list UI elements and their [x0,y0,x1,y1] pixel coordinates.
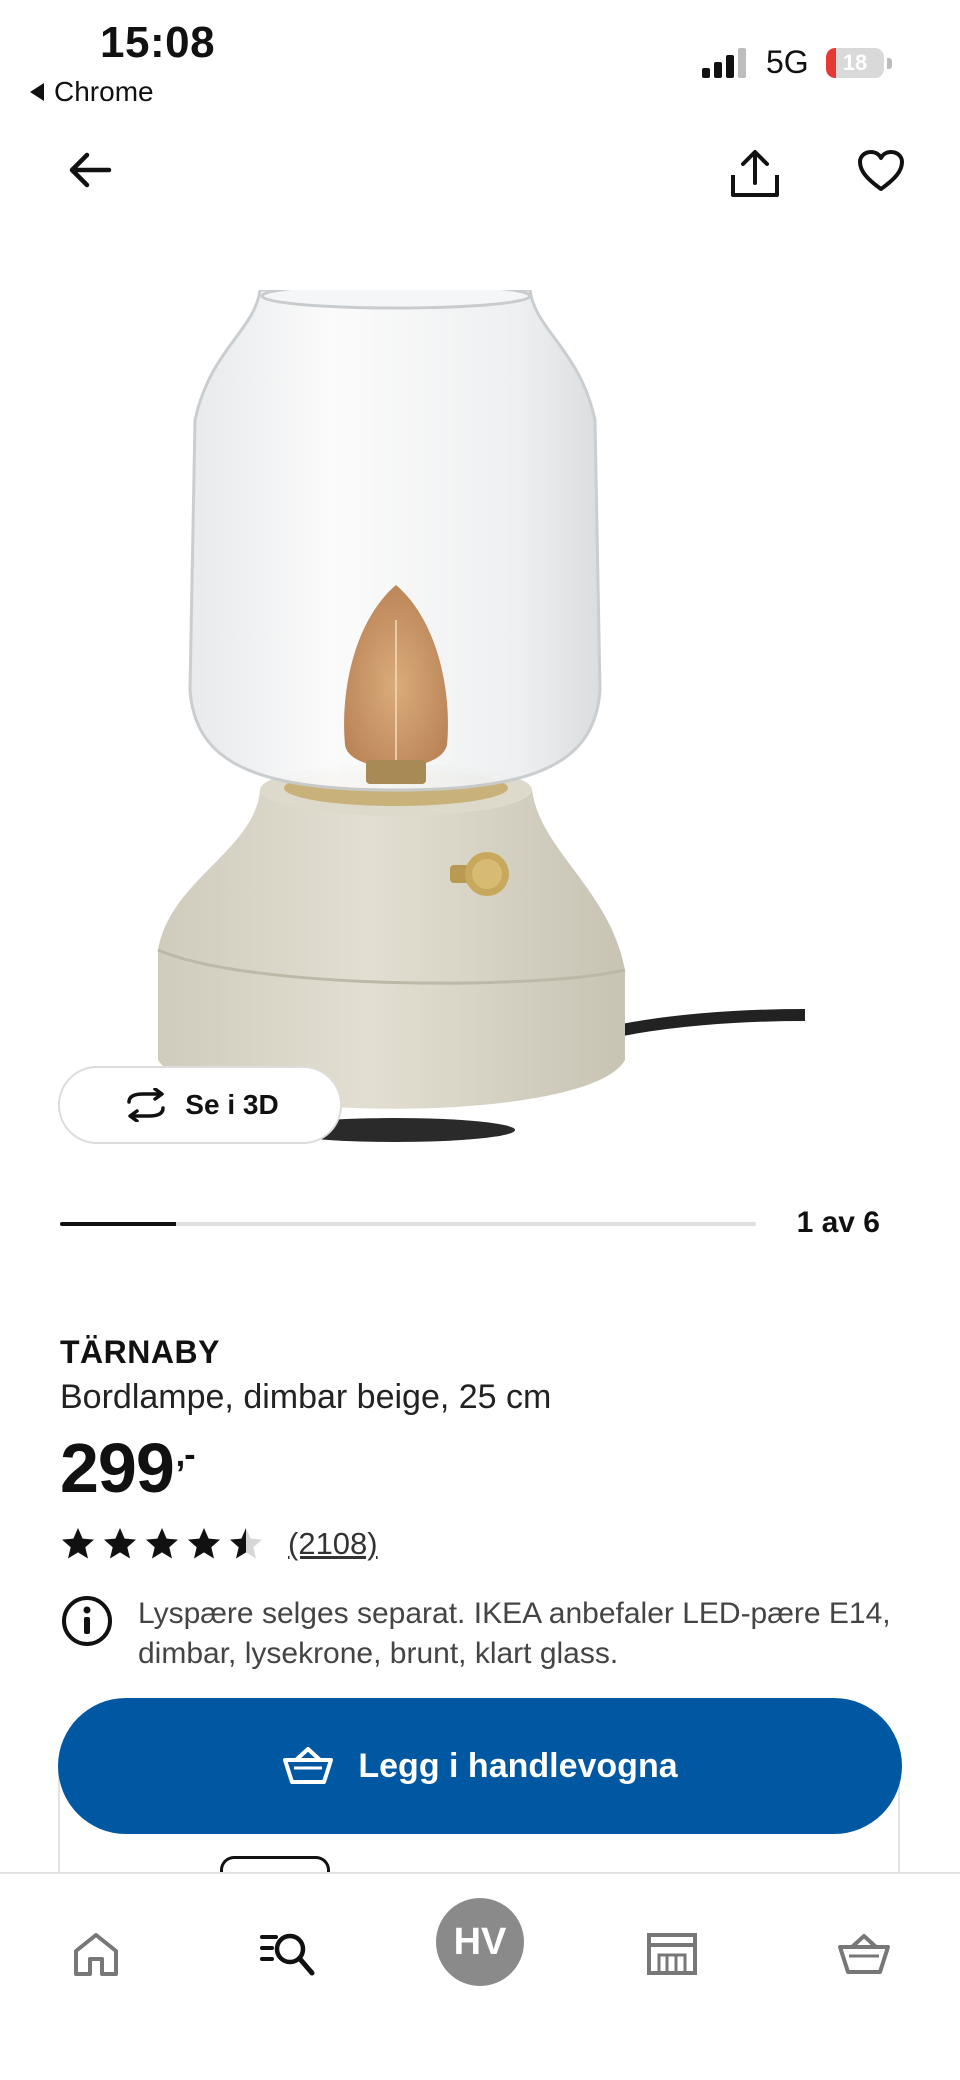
cart-icon [283,1747,334,1784]
bulb-notice: Lyspære selges separat. IKEA anbefaler L… [60,1594,900,1674]
notice-text: Lyspære selges separat. IKEA anbefaler L… [138,1597,891,1670]
nav-home[interactable] [56,1914,136,1994]
share-button[interactable] [720,140,790,210]
product-name: TÄRNABY [60,1334,220,1370]
home-icon [74,1933,118,1976]
review-count-link[interactable]: (2108) [288,1526,378,1562]
basket-icon [838,1934,890,1974]
back-to-app-link[interactable]: Chrome [30,76,154,108]
star-icon [188,1528,220,1559]
star-icon [146,1528,178,1559]
add-to-cart-label: Legg i handlevogna [358,1746,678,1785]
add-to-cart-button[interactable]: Legg i handlevogna [58,1698,902,1834]
nav-profile-avatar[interactable]: HV [436,1898,524,1986]
product-description: Bordlampe, dimbar beige, 25 cm [60,1378,552,1416]
star-icon [230,1528,262,1559]
gallery-progress-fill [60,1222,176,1226]
price-suffix: ,- [175,1436,196,1474]
view-3d-button[interactable]: Se i 3D [58,1066,342,1144]
nav-cart[interactable] [824,1914,904,1994]
nav-store[interactable] [632,1914,712,1994]
search-icon [260,1933,315,1976]
favorite-button[interactable] [850,140,912,202]
product-image[interactable] [140,290,820,1160]
battery-percent: 18 [842,50,868,75]
price-value: 299 [60,1429,175,1507]
back-app-label: Chrome [54,76,154,107]
gallery-pager: 1 av 6 [796,1206,880,1239]
battery-nub [887,58,892,69]
arrow-left-icon [69,152,112,188]
nav-search[interactable] [248,1914,328,1994]
heart-icon [858,150,904,191]
back-button[interactable] [60,140,120,200]
network-label: 5G [766,44,809,80]
star-icon [62,1528,94,1559]
star-icon [104,1528,136,1559]
rating[interactable]: (2108) [60,1526,378,1562]
status-time: 15:08 [100,18,216,67]
gallery-progress [60,1222,756,1226]
bottom-nav: HV [0,1872,960,2080]
share-icon [731,150,779,197]
rating-stars [60,1526,264,1562]
back-triangle-icon [30,83,44,101]
signal-icon [702,48,746,78]
battery-indicator: 18 [826,48,892,80]
info-icon [62,1596,112,1646]
store-icon [647,1933,697,1975]
view-3d-label: Se i 3D [185,1089,279,1120]
rotate-3d-icon [127,1088,166,1122]
product-price: 299 ,- [60,1428,196,1508]
